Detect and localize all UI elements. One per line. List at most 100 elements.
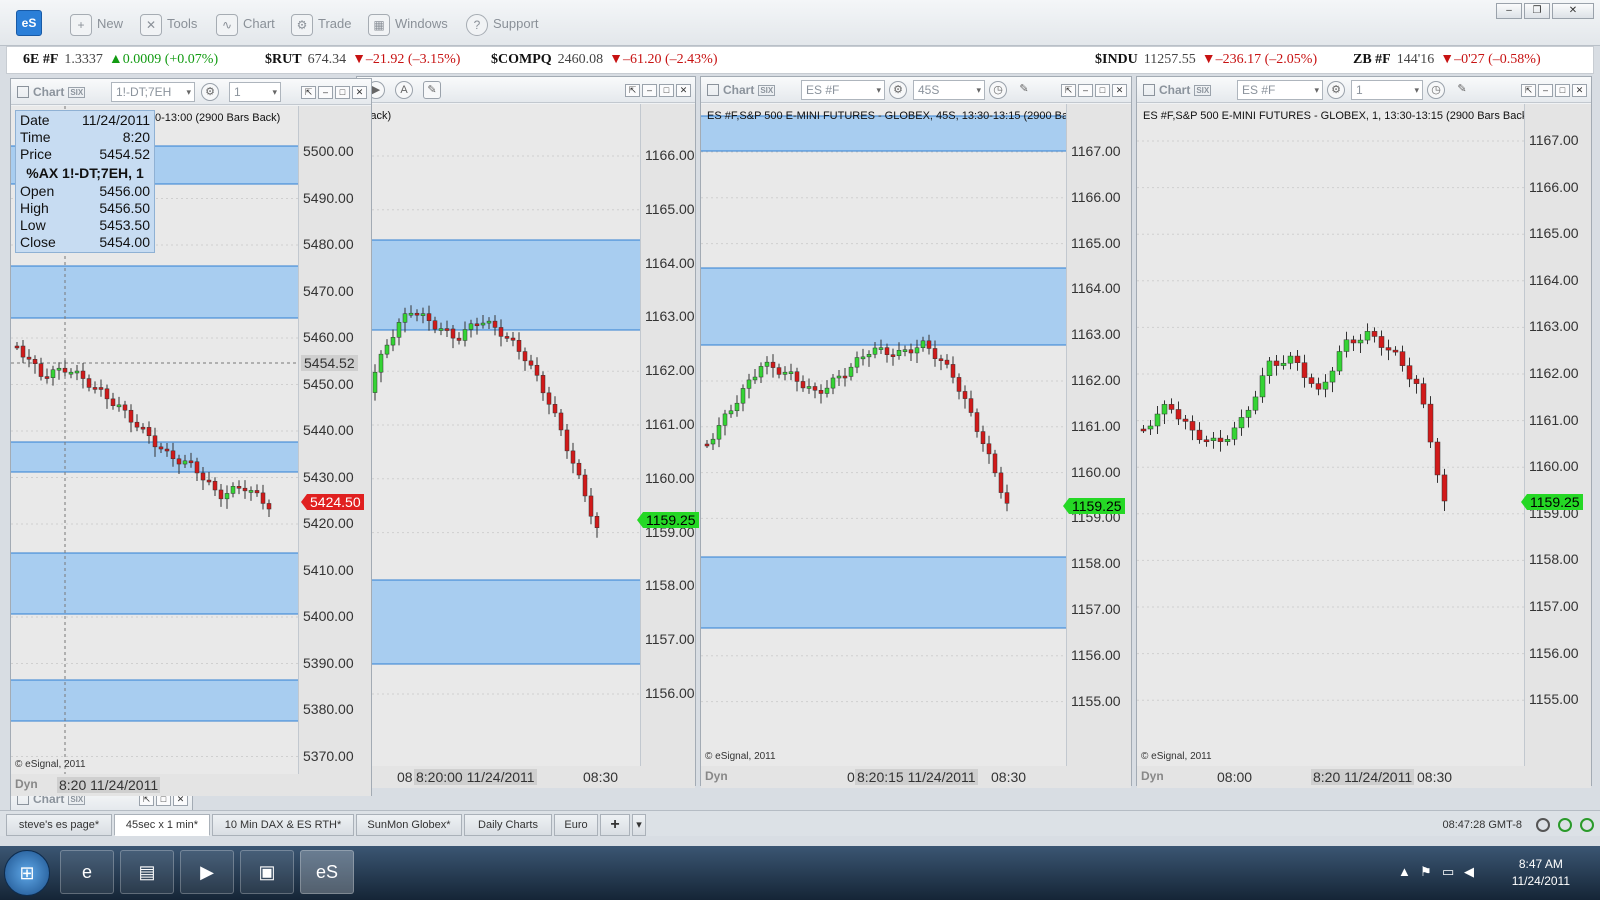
media-player-icon[interactable]: ▶ xyxy=(180,850,234,894)
menu-windows[interactable]: ▦ Windows xyxy=(368,12,448,36)
price-axis[interactable]: 1159.25 1167.00 1166.00 1165.00 1164.00 1163… xyxy=(1521,104,1591,766)
maximize-icon[interactable]: □ xyxy=(1095,84,1110,97)
down-arrow-icon: ▼ xyxy=(609,52,624,67)
page-tab[interactable]: Daily Charts xyxy=(464,814,552,836)
candlestick-chart xyxy=(357,155,640,695)
add-page-button[interactable]: + xyxy=(600,814,630,836)
clock-icon[interactable]: ◷ xyxy=(989,81,1007,99)
menu-chart[interactable]: ∿ Chart xyxy=(216,12,275,36)
candle-down xyxy=(776,367,782,375)
esignal-logo[interactable]: eS xyxy=(16,10,42,36)
page-tab-active[interactable]: 45sec x 1 min* xyxy=(114,814,210,836)
esignal-taskbar-icon[interactable]: eS xyxy=(300,850,354,894)
time-axis[interactable]: Dyn 08:00 8:20 11/24/2011 08:30 xyxy=(1137,766,1591,788)
symbol-combo[interactable]: ES #F xyxy=(1237,80,1323,100)
candle-up xyxy=(734,402,740,412)
ticker-item[interactable]: ZB #F 144'16 ▼–0'27 (–0.58%) xyxy=(1353,52,1541,68)
candle-down xyxy=(1385,347,1392,351)
ticker-change: –0'27 (–0.58%) xyxy=(1454,52,1541,67)
time-axis[interactable]: Dyn 8:20 11/24/2011 xyxy=(11,774,371,796)
page-tab[interactable]: steve's es page* xyxy=(6,814,112,836)
symbol-combo-value: ES #F xyxy=(806,83,840,97)
settings-icon[interactable]: ⚙ xyxy=(889,81,907,99)
close-icon[interactable]: ✕ xyxy=(1112,84,1127,97)
draw-tool-icon[interactable]: ✎ xyxy=(423,81,441,99)
status-icon[interactable] xyxy=(1580,818,1594,832)
ticker-item[interactable]: $RUT 674.34 ▼–21.92 (–3.15%) xyxy=(265,52,460,68)
close-icon[interactable]: ✕ xyxy=(1552,3,1594,19)
symbol-combo[interactable]: 1!-DT;7EH xyxy=(111,82,195,102)
popout-icon[interactable]: ⇱ xyxy=(301,86,316,99)
chart-plot-area[interactable]: ES #F,S&P 500 E-MINI FUTURES - GLOBEX, 4… xyxy=(701,104,1067,766)
menu-trade[interactable]: ⚙ Trade xyxy=(291,12,351,36)
maximize-icon[interactable]: □ xyxy=(659,84,674,97)
file-explorer-icon[interactable]: ▤ xyxy=(120,850,174,894)
volume-icon[interactable]: ◀ xyxy=(1464,864,1474,880)
interval-combo[interactable]: 1 xyxy=(1351,80,1423,100)
chart-plot-area[interactable]: Back) xyxy=(357,104,641,766)
dyn-label: Dyn xyxy=(705,769,728,783)
price-axis-label: 5400.00 xyxy=(303,608,354,624)
price-axis[interactable]: 5454.52 5424.50 5500.00 5490.00 5480.00 547… xyxy=(299,106,371,774)
remote-desktop-icon[interactable]: ▣ xyxy=(240,850,294,894)
settings-icon[interactable]: ⚙ xyxy=(1327,81,1345,99)
auto-icon[interactable]: A xyxy=(395,81,413,99)
close-icon[interactable]: ✕ xyxy=(676,84,691,97)
refresh-icon[interactable] xyxy=(1536,818,1550,832)
minimize-icon[interactable]: – xyxy=(1078,84,1093,97)
minimize-icon[interactable]: – xyxy=(642,84,657,97)
show-hidden-icons-icon[interactable]: ▲ xyxy=(1398,864,1411,879)
clock-icon[interactable]: ◷ xyxy=(1427,81,1445,99)
price-axis[interactable]: 1159.25 1166.00 1165.00 1164.00 1163.00 1162… xyxy=(637,104,699,766)
price-axis[interactable]: 1159.25 1167.00 1166.00 1165.00 1164.00 1163… xyxy=(1063,104,1131,766)
menu-new[interactable]: + New xyxy=(70,12,123,36)
page-tab[interactable]: 10 Min DAX & ES RTH* xyxy=(212,814,354,836)
minimize-icon[interactable]: – xyxy=(1496,3,1522,19)
network-icon[interactable]: ▭ xyxy=(1442,864,1454,880)
minimize-icon[interactable]: – xyxy=(1538,84,1553,97)
close-icon[interactable]: ✕ xyxy=(352,86,367,99)
chart-plot-area[interactable]: ES #F,S&P 500 E-MINI FUTURES - GLOBEX, 1… xyxy=(1137,104,1525,766)
popout-icon[interactable]: ⇱ xyxy=(1061,84,1076,97)
menu-support[interactable]: ? Support xyxy=(466,12,539,36)
restore-icon[interactable]: ❐ xyxy=(1524,3,1550,19)
chart-window-es-45s[interactable]: ChartSIX ES #F ⚙ 45S ◷ ✎ ⇱–□✕ ES #F,S&P … xyxy=(700,76,1132,788)
interval-combo[interactable]: 1 xyxy=(229,82,281,102)
close-icon[interactable]: ✕ xyxy=(1572,84,1587,97)
time-axis[interactable]: 08 8:20:00 11/24/2011 08:30 xyxy=(357,766,695,788)
connected-icon[interactable] xyxy=(1558,818,1572,832)
chart-plot-area[interactable]: 0-13:00 (2900 Bars Back) Date 11/24/2011 … xyxy=(11,106,299,774)
price-axis-label: 1164.00 xyxy=(1071,280,1121,297)
interval-combo[interactable]: 45S xyxy=(913,80,985,100)
symbol-combo[interactable]: ES #F xyxy=(801,80,885,100)
menu-tools[interactable]: ✕ Tools xyxy=(140,12,197,36)
tabs-menu-chevron-down-icon[interactable]: ▾ xyxy=(632,814,646,836)
support-resistance-zone xyxy=(357,240,640,330)
ticker-item[interactable]: $INDU 11257.55 ▼–236.17 (–2.05%) xyxy=(1095,52,1317,68)
action-center-flag-icon[interactable]: ⚑ xyxy=(1420,864,1432,880)
pencil-icon[interactable]: ✎ xyxy=(1453,81,1471,99)
pencil-icon[interactable]: ✎ xyxy=(1015,81,1033,99)
maximize-icon[interactable]: □ xyxy=(335,86,350,99)
ticker-item[interactable]: $COMPQ 2460.08 ▼–61.20 (–2.43%) xyxy=(491,52,718,68)
candle-down xyxy=(1203,439,1210,443)
chart-window-dax[interactable]: ChartSIX 1!-DT;7EH ⚙ 1 ⇱–□✕ 0-13:00 (290… xyxy=(10,78,372,796)
popout-icon[interactable]: ⇱ xyxy=(1521,84,1536,97)
page-tab[interactable]: SunMon Globex* xyxy=(356,814,462,836)
chart-window-es-1min[interactable]: ▶ A ✎ ⇱ – □ ✕ Back) 1159.25 1166.00 1165.00 1… xyxy=(356,76,699,788)
internet-explorer-icon[interactable]: e xyxy=(60,850,114,894)
maximize-icon[interactable]: □ xyxy=(1555,84,1570,97)
candle-down xyxy=(170,450,176,460)
start-button-windows-icon[interactable]: ⊞ xyxy=(4,850,50,896)
settings-icon[interactable]: ⚙ xyxy=(201,83,219,101)
popout-icon[interactable]: ⇱ xyxy=(625,84,640,97)
candle-down xyxy=(926,340,932,349)
candle-down xyxy=(206,479,212,483)
time-axis[interactable]: Dyn 0 8:20:15 11/24/2011 08:30 xyxy=(701,766,1131,788)
system-clock[interactable]: 8:47 AM 11/24/2011 xyxy=(1512,856,1570,890)
chart-window-es-1[interactable]: ChartSIX ES #F ⚙ 1 ◷ ✎ ⇱–□✕ ES #F,S&P 50… xyxy=(1136,76,1592,788)
chart-icon: ∿ xyxy=(216,13,238,36)
page-tab[interactable]: Euro xyxy=(554,814,598,836)
minimize-icon[interactable]: – xyxy=(318,86,333,99)
ticker-item[interactable]: 6E #F 1.3337 ▲0.0009 (+0.07%) xyxy=(23,52,218,68)
